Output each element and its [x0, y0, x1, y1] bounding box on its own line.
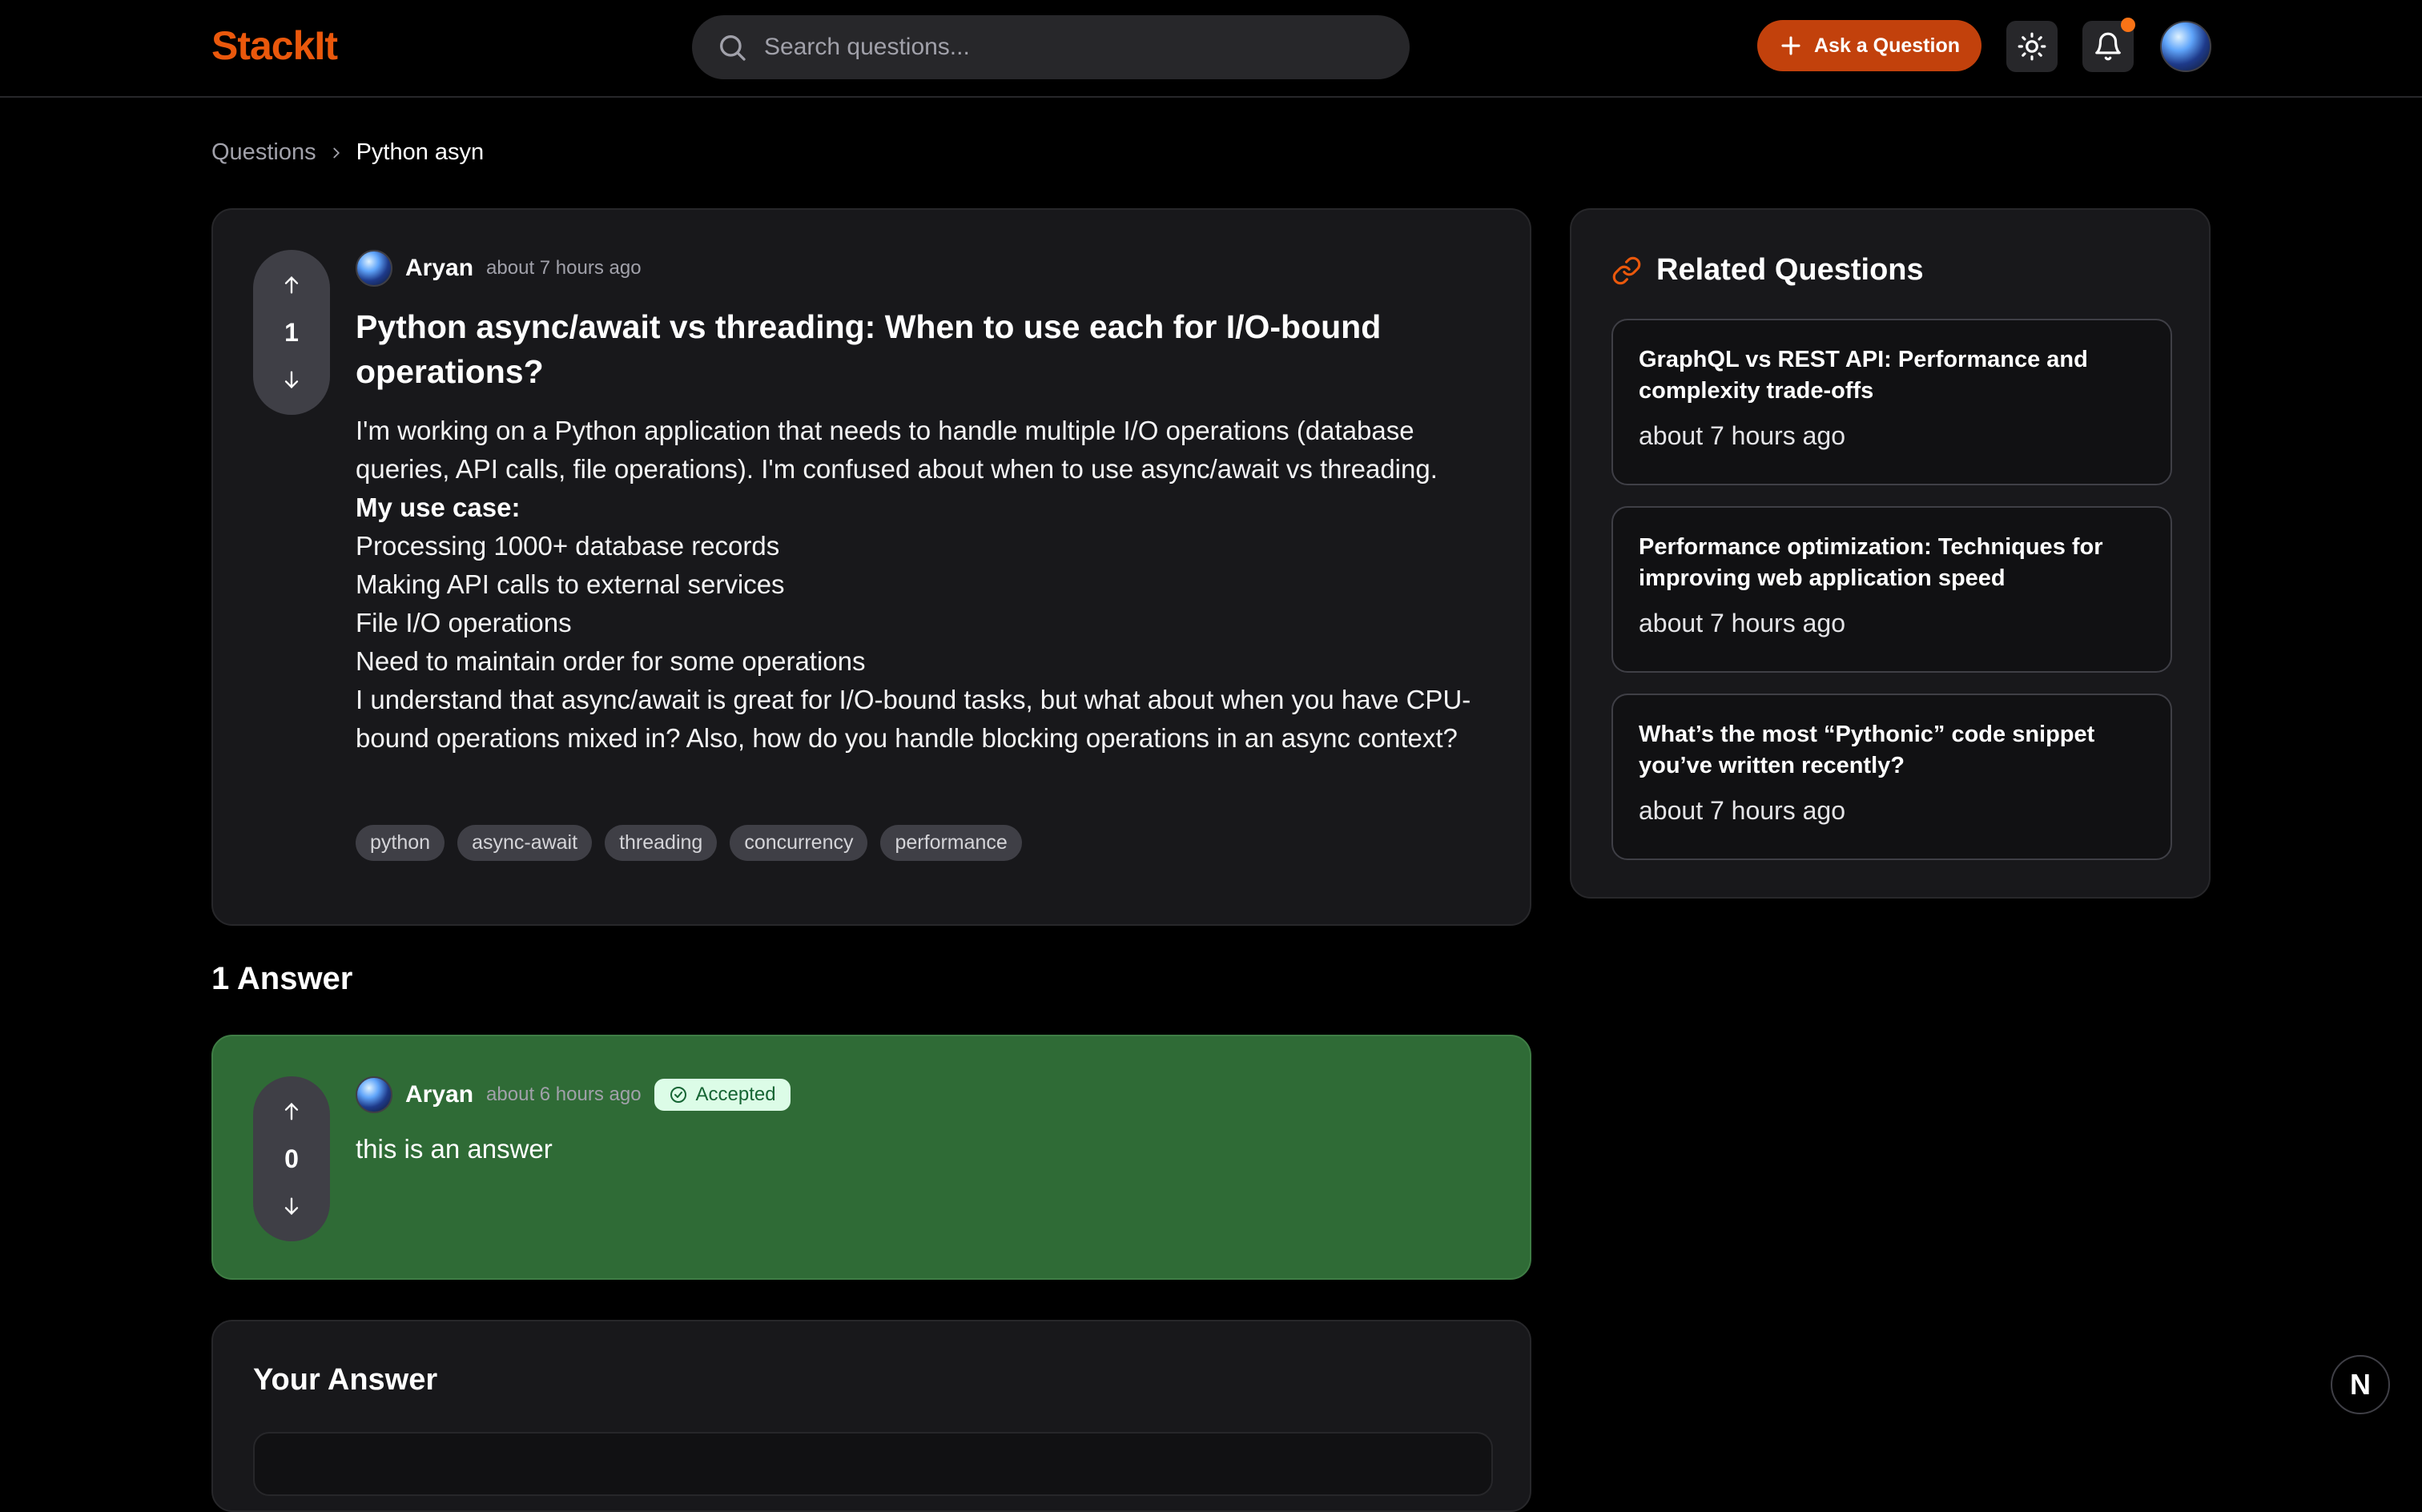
use-case-label: My use case:: [356, 493, 521, 522]
downvote-arrow-icon[interactable]: [280, 368, 303, 391]
question-timestamp: about 7 hours ago: [486, 257, 642, 279]
breadcrumb: Questions Python asyn: [211, 139, 484, 166]
breadcrumb-current: Python asyn: [356, 139, 485, 165]
breadcrumb-questions-link[interactable]: Questions: [211, 139, 316, 166]
related-questions-panel: Related Questions GraphQL vs REST API: P…: [1570, 208, 2211, 899]
your-answer-title: Your Answer: [253, 1363, 438, 1397]
question-intro: I'm working on a Python application that…: [356, 416, 1438, 484]
related-question-time: about 7 hours ago: [1639, 421, 1845, 450]
use-case-item: Making API calls to external services: [356, 569, 785, 599]
use-case-item: File I/O operations: [356, 608, 572, 637]
related-header: Related Questions: [1611, 253, 1924, 288]
user-avatar[interactable]: [2160, 21, 2211, 72]
author-avatar[interactable]: [356, 1076, 392, 1113]
author-avatar[interactable]: [356, 250, 392, 287]
related-question-item[interactable]: Performance optimization: Techniques for…: [1611, 506, 2172, 673]
notification-dot: [2121, 18, 2135, 32]
question-body: I'm working on a Python application that…: [356, 412, 1509, 758]
answer-body: this is an answer: [356, 1134, 553, 1164]
bell-icon: [2095, 32, 2121, 61]
question-vote-control: 1: [253, 250, 330, 415]
accepted-label: Accepted: [695, 1084, 776, 1105]
related-title: Related Questions: [1656, 253, 1924, 287]
dev-tools-badge[interactable]: N: [2331, 1355, 2390, 1414]
search-input[interactable]: [762, 33, 1371, 62]
answer-timestamp: about 6 hours ago: [486, 1084, 642, 1105]
upvote-arrow-icon[interactable]: [280, 1100, 303, 1123]
theme-toggle-button[interactable]: [2006, 21, 2058, 72]
answer-vote-control: 0: [253, 1076, 330, 1241]
chevron-right-icon: [332, 147, 340, 158]
ask-question-button[interactable]: Ask a Question: [1757, 20, 1981, 71]
ask-question-label: Ask a Question: [1814, 34, 1960, 57]
top-header: StackIt Ask a Question: [0, 0, 2422, 98]
related-question-title: Performance optimization: Techniques for…: [1639, 534, 2103, 591]
link-icon: [1612, 256, 1641, 284]
app-logo[interactable]: StackIt: [211, 22, 338, 69]
question-title: Python async/await vs threading: When to…: [356, 308, 1382, 390]
upvote-arrow-icon[interactable]: [280, 274, 303, 296]
search-icon: [720, 35, 746, 61]
search-bar[interactable]: [692, 15, 1410, 79]
tag-threading[interactable]: threading: [605, 825, 718, 861]
tag-async-await[interactable]: async-await: [457, 825, 593, 861]
question-vote-count: 1: [284, 317, 299, 347]
tag-performance[interactable]: performance: [880, 825, 1022, 861]
related-question-time: about 7 hours ago: [1639, 609, 1845, 637]
plus-icon: [1781, 36, 1800, 55]
question-card: 1 Aryan about 7 hours ago Python async/a…: [211, 208, 1531, 926]
related-question-item[interactable]: GraphQL vs REST API: Performance and com…: [1611, 319, 2172, 485]
author-name[interactable]: Aryan: [405, 255, 473, 282]
related-question-title: What’s the most “Pythonic” code snippet …: [1639, 722, 2095, 778]
question-tags: python async-await threading concurrency…: [356, 825, 1022, 861]
related-question-item[interactable]: What’s the most “Pythonic” code snippet …: [1611, 694, 2172, 860]
check-circle-icon: [670, 1087, 686, 1103]
answers-heading: 1 Answer: [211, 961, 353, 996]
answer-card: 0 Aryan about 6 hours ago Accepted this …: [211, 1035, 1531, 1280]
answer-meta: Aryan about 6 hours ago Accepted: [356, 1076, 791, 1113]
question-meta: Aryan about 7 hours ago: [356, 250, 642, 287]
related-question-time: about 7 hours ago: [1639, 796, 1845, 825]
related-question-title: GraphQL vs REST API: Performance and com…: [1639, 347, 2088, 404]
use-case-item: Processing 1000+ database records: [356, 531, 780, 561]
use-case-item: Need to maintain order for some operatio…: [356, 646, 866, 676]
accepted-badge: Accepted: [654, 1079, 791, 1111]
downvote-arrow-icon[interactable]: [280, 1195, 303, 1217]
answer-vote-count: 0: [284, 1144, 299, 1173]
question-closing: I understand that async/await is great f…: [356, 685, 1471, 753]
sun-icon: [2018, 32, 2046, 61]
related-list: GraphQL vs REST API: Performance and com…: [1611, 319, 2172, 860]
answer-author-name[interactable]: Aryan: [405, 1081, 473, 1108]
your-answer-card: Your Answer: [211, 1320, 1531, 1512]
tag-python[interactable]: python: [356, 825, 445, 861]
tag-concurrency[interactable]: concurrency: [730, 825, 868, 861]
answer-editor[interactable]: [253, 1432, 1493, 1496]
